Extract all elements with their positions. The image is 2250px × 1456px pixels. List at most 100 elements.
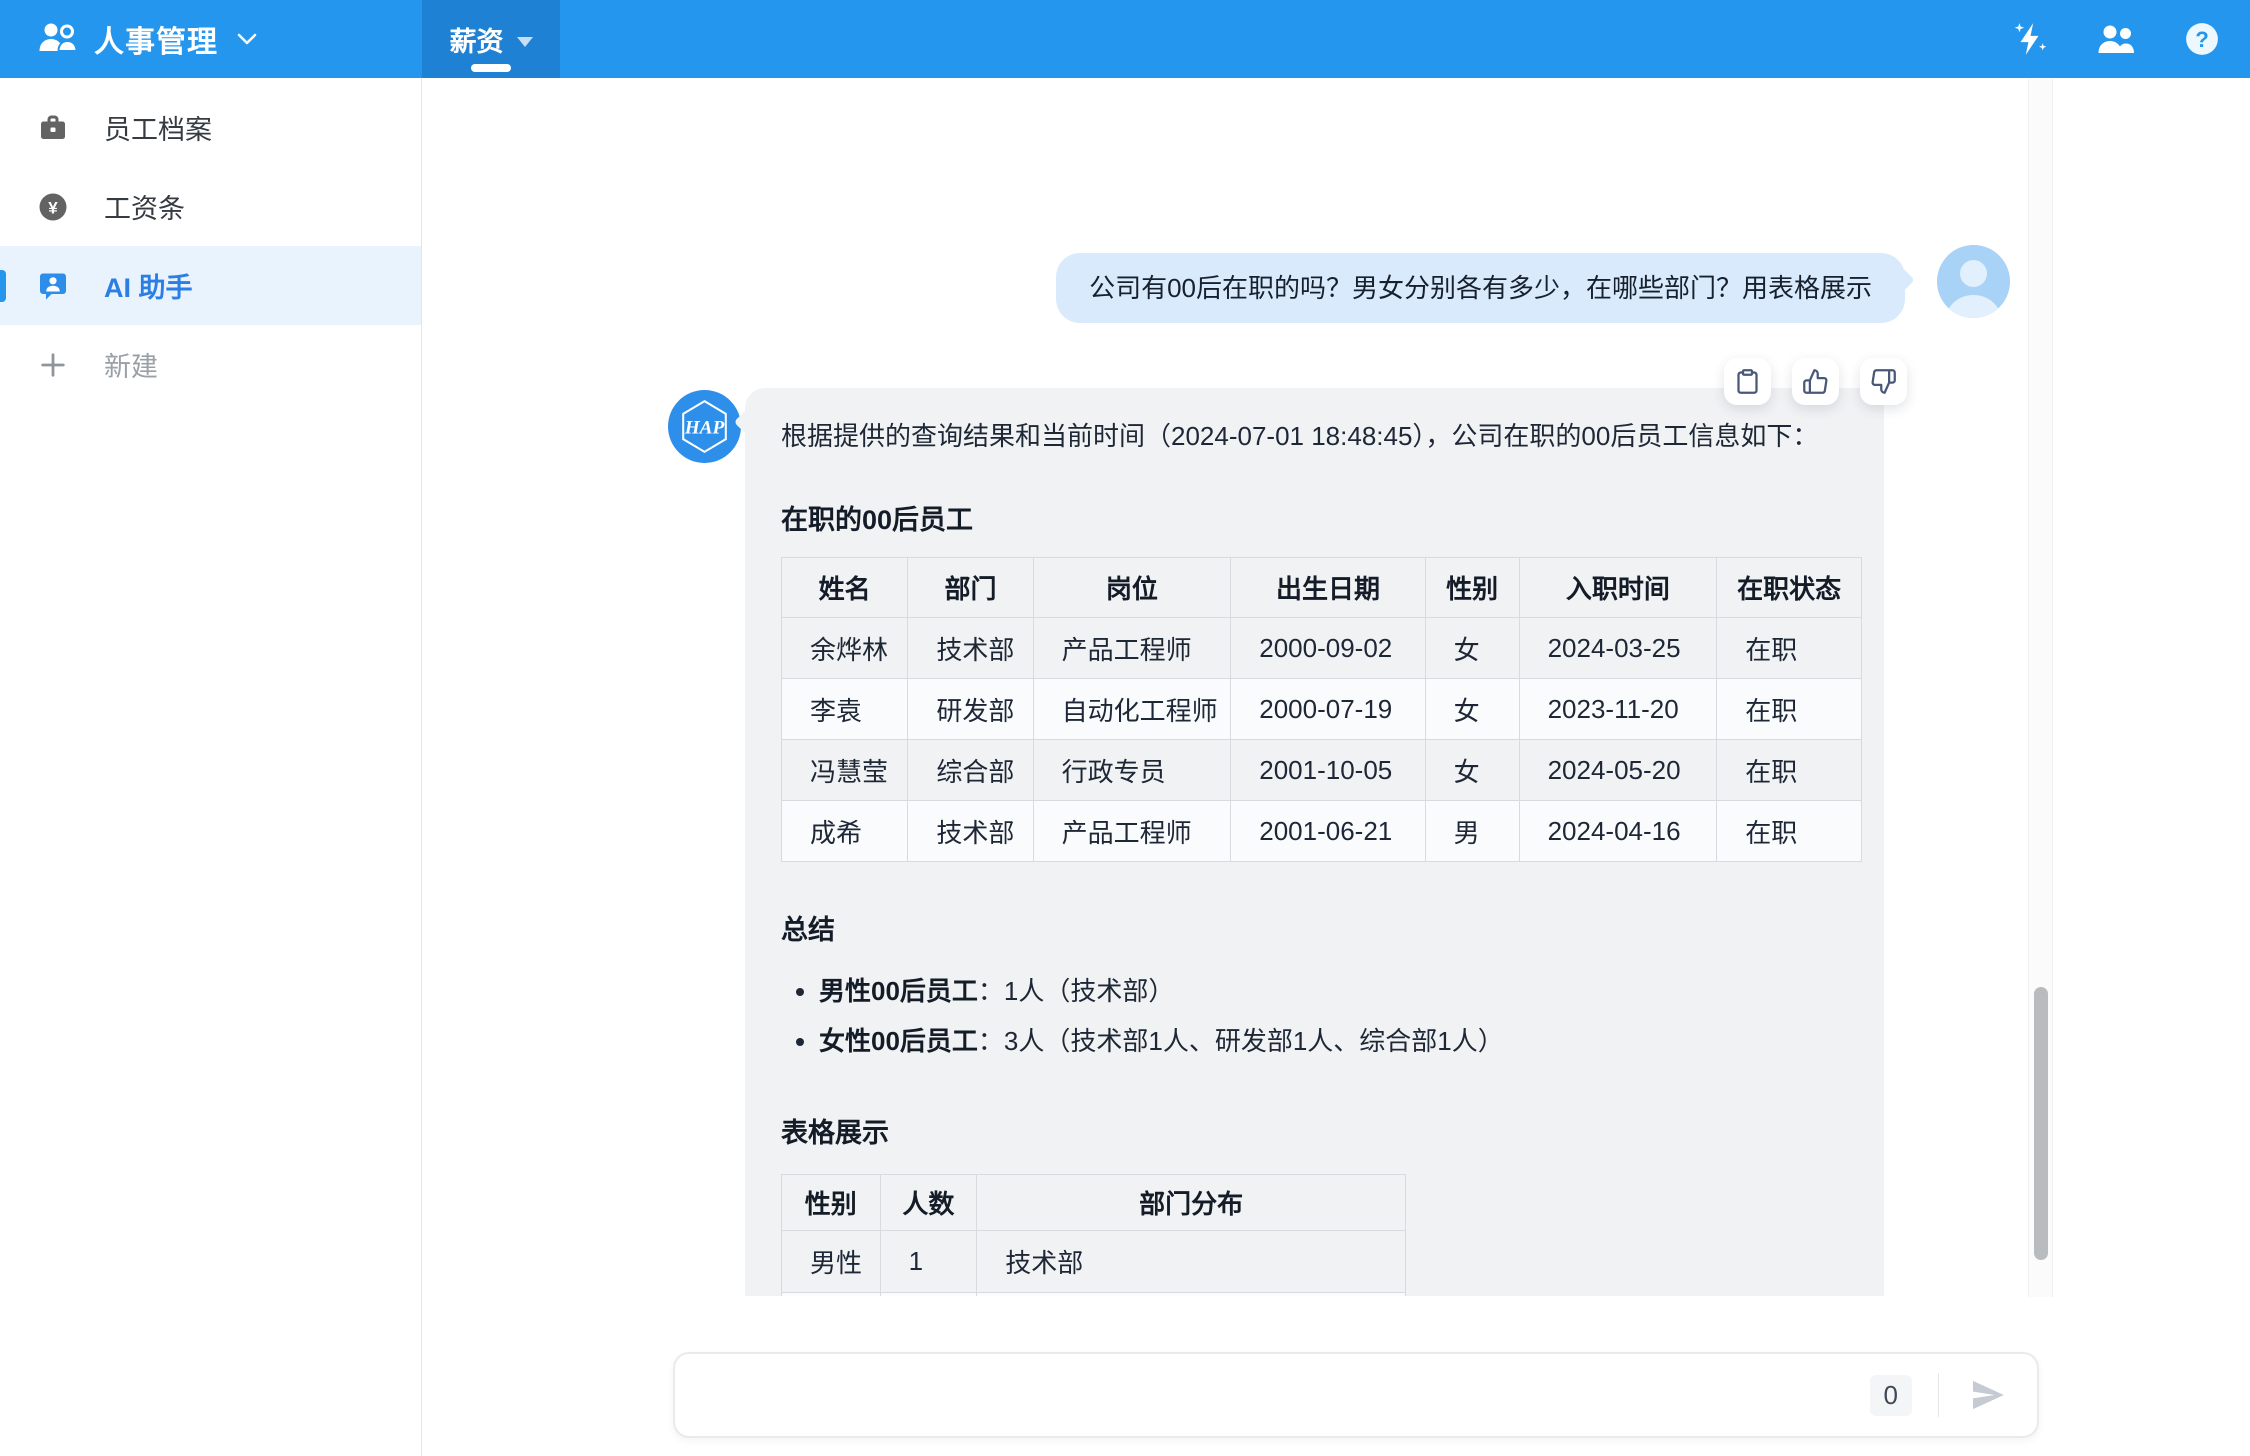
tab-salary[interactable]: 薪资 [422, 0, 560, 78]
message-composer: 0 [673, 1352, 2039, 1438]
tab-salary-label: 薪资 [450, 20, 504, 59]
composer-divider [1938, 1373, 1939, 1417]
magic-sparkle-button[interactable] [2008, 17, 2052, 61]
table-cell: 女 [1425, 679, 1519, 740]
svg-text:¥: ¥ [48, 198, 58, 217]
table-cell: 综合部 [908, 740, 1033, 801]
table-cell: 冯慧莹 [782, 740, 908, 801]
table-cell: 自动化工程师 [1033, 679, 1231, 740]
table-row: 男性1技术部 [782, 1231, 1406, 1293]
table-cell: 2000-09-02 [1231, 618, 1425, 679]
yuan-circle-icon: ¥ [38, 192, 68, 222]
ai-avatar: HAP [668, 390, 741, 463]
table-cell: 2024-03-25 [1519, 618, 1717, 679]
table-cell: 在职 [1717, 679, 1862, 740]
table-cell: 女性 [782, 1293, 881, 1297]
sidebar-item-employee-files[interactable]: 员工档案 [0, 88, 421, 167]
top-bar: 人事管理 薪资 ? [0, 0, 2250, 78]
table-cell: 2001-06-21 [1231, 801, 1425, 862]
column-header: 部门 [908, 558, 1033, 618]
thumbs-up-icon [1802, 368, 1829, 395]
table-cell: 3 [880, 1293, 977, 1297]
sidebar-item-ai-assistant[interactable]: AI 助手 [0, 246, 421, 325]
sidebar-item-label: 新建 [104, 345, 158, 384]
user-message-bubble: 公司有00后在职的吗？男女分别各有多少，在哪些部门？用表格展示 [1056, 253, 1905, 323]
table-cell: 成希 [782, 801, 908, 862]
table-cell: 技术部 [908, 801, 1033, 862]
table-cell: 2023-11-20 [1519, 679, 1717, 740]
column-header: 入职时间 [1519, 558, 1717, 618]
employees-table: 姓名部门岗位出生日期性别入职时间在职状态余烨林技术部产品工程师2000-09-0… [781, 557, 1862, 862]
table-cell: 1 [880, 1231, 977, 1293]
thumbs-up-button[interactable] [1792, 358, 1839, 405]
table-cell: 技术部 [977, 1231, 1406, 1293]
thumbs-down-button[interactable] [1860, 358, 1907, 405]
summary-bullet: 女性00后员工：3人（技术部1人、研发部1人、综合部1人） [819, 1019, 1860, 1063]
column-header: 在职状态 [1717, 558, 1862, 618]
column-header: 出生日期 [1231, 558, 1425, 618]
table-cell: 产品工程师 [1033, 618, 1231, 679]
table-cell: 2024-04-16 [1519, 801, 1717, 862]
table-cell: 研发部 [908, 679, 1033, 740]
briefcase-icon [38, 113, 68, 143]
table-cell: 技术部1人、研发部1人、综合部1人 [977, 1293, 1406, 1297]
send-plane-icon [1968, 1375, 2008, 1415]
column-header: 性别 [1425, 558, 1519, 618]
chat-scrollbar-thumb[interactable] [2034, 987, 2048, 1260]
table-cell: 2000-07-19 [1231, 679, 1425, 740]
sparkle-bolt-icon [2011, 20, 2049, 58]
copy-button[interactable] [1724, 358, 1771, 405]
clipboard-icon [1734, 368, 1761, 395]
ai-message-bubble: 根据提供的查询结果和当前时间（2024-07-01 18:48:45），公司在职… [745, 388, 1884, 1296]
section-title-table-display: 表格展示 [781, 1111, 1860, 1150]
users-icon [2096, 22, 2136, 56]
char-counter: 0 [1870, 1375, 1912, 1416]
section-title-employees: 在职的00后员工 [781, 498, 1860, 537]
app-title: 人事管理 [94, 17, 218, 61]
column-header: 人数 [880, 1175, 977, 1231]
table-row: 冯慧莹综合部行政专员2001-10-05女2024-05-20在职 [782, 740, 1862, 801]
sidebar-item-payslip[interactable]: ¥ 工资条 [0, 167, 421, 246]
table-cell: 余烨林 [782, 618, 908, 679]
send-button[interactable] [1965, 1372, 2011, 1418]
table-row: 李袁研发部自动化工程师2000-07-19女2023-11-20在职 [782, 679, 1862, 740]
table-cell: 在职 [1717, 618, 1862, 679]
column-header: 姓名 [782, 558, 908, 618]
sidebar-item-label: 员工档案 [104, 108, 212, 147]
help-button[interactable]: ? [2180, 17, 2224, 61]
table-row: 女性3技术部1人、研发部1人、综合部1人 [782, 1293, 1406, 1297]
tab-active-indicator [471, 64, 511, 72]
table-cell: 男 [1425, 801, 1519, 862]
summary-bullet: 男性00后员工：1人（技术部） [819, 969, 1860, 1013]
table-cell: 在职 [1717, 740, 1862, 801]
people-logo-icon [38, 20, 78, 59]
tab-caret-icon [517, 37, 533, 47]
table-cell: 2001-10-05 [1231, 740, 1425, 801]
ai-assistant-icon [38, 271, 68, 301]
sidebar-item-label: AI 助手 [104, 266, 193, 305]
column-header: 性别 [782, 1175, 881, 1231]
table-cell: 2024-05-20 [1519, 740, 1717, 801]
ai-intro-text: 根据提供的查询结果和当前时间（2024-07-01 18:48:45），公司在职… [781, 416, 1860, 456]
help-icon: ? [2184, 21, 2220, 57]
user-avatar [1937, 245, 2010, 318]
column-header: 岗位 [1033, 558, 1231, 618]
table-row: 成希技术部产品工程师2001-06-21男2024-04-16在职 [782, 801, 1862, 862]
chevron-down-icon [236, 32, 258, 51]
gender-distribution-table: 性别人数部门分布男性1技术部女性3技术部1人、研发部1人、综合部1人 [781, 1174, 1406, 1296]
members-button[interactable] [2094, 17, 2138, 61]
sidebar-item-label: 工资条 [104, 187, 185, 226]
sidebar: 员工档案 ¥ 工资条 AI 助手 新建 [0, 78, 422, 1456]
table-cell: 女 [1425, 740, 1519, 801]
svg-text:HAP: HAP [684, 418, 725, 439]
sidebar-item-new-chat[interactable]: 新建 [0, 325, 421, 404]
message-input[interactable] [701, 1365, 1870, 1425]
app-brand[interactable]: 人事管理 [0, 17, 384, 61]
message-actions [1724, 358, 1907, 405]
table-cell: 行政专员 [1033, 740, 1231, 801]
summary-list: 男性00后员工：1人（技术部） 女性00后员工：3人（技术部1人、研发部1人、综合… [781, 969, 1860, 1063]
column-header: 部门分布 [977, 1175, 1406, 1231]
table-cell: 李袁 [782, 679, 908, 740]
table-cell: 产品工程师 [1033, 801, 1231, 862]
svg-text:?: ? [2195, 27, 2209, 52]
